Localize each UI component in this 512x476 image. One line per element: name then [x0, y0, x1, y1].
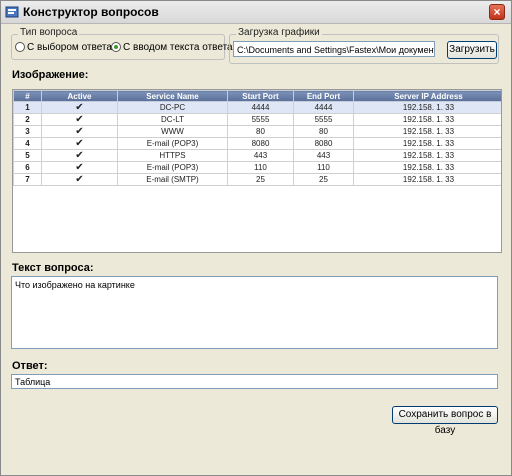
table-header-row: # Active Service Name Start Port End Por… [13, 90, 501, 102]
table-cell: 5 [13, 149, 42, 162]
table-cell: DC-PC [117, 101, 228, 114]
image-label: Изображение: [12, 69, 89, 81]
table-cell: 8080 [293, 137, 354, 150]
close-icon: × [493, 5, 501, 19]
table-row: 3 ✔ WWW 80 80 192.158. 1. 33 [13, 125, 501, 138]
table-cell: 110 [293, 161, 354, 174]
checkmark-icon: ✔ [41, 125, 118, 138]
radio-circle-icon [15, 42, 25, 53]
column-header: Server IP Address [353, 90, 501, 102]
column-header: Start Port [227, 90, 294, 102]
question-type-title: Тип вопроса [18, 27, 80, 38]
title-bar[interactable]: Конструктор вопросов × [1, 1, 511, 24]
table-cell: 192.158. 1. 33 [353, 149, 501, 162]
question-text-label: Текст вопроса: [12, 262, 94, 274]
close-button[interactable]: × [489, 4, 505, 20]
table-cell: 6 [13, 161, 42, 174]
question-text-area[interactable]: Что изображено на картинке [11, 276, 498, 349]
table-cell: 1 [13, 101, 42, 114]
table-cell: 110 [227, 161, 294, 174]
answer-label: Ответ: [12, 360, 48, 372]
answer-field[interactable]: Таблица [11, 374, 498, 389]
table-row: 6 ✔ E-mail (POP3) 110 110 192.158. 1. 33 [13, 161, 501, 174]
table-cell: 8080 [227, 137, 294, 150]
question-builder-window: Конструктор вопросов × Тип вопроса С выб… [0, 0, 512, 476]
table-cell: E-mail (SMTP) [117, 173, 228, 186]
save-question-button[interactable]: Сохранить вопрос в базу [392, 406, 498, 436]
checkmark-icon: ✔ [41, 113, 118, 126]
table-cell: 5555 [227, 113, 294, 126]
table-cell: 192.158. 1. 33 [353, 113, 501, 126]
radio-choice-answer[interactable]: С выбором ответа [15, 42, 112, 53]
table-row: 7 ✔ E-mail (SMTP) 25 25 192.158. 1. 33 [13, 173, 501, 186]
table-cell: 25 [227, 173, 294, 186]
table-cell: E-mail (POP3) [117, 161, 228, 174]
column-header: End Port [293, 90, 354, 102]
table-cell: HTTPS [117, 149, 228, 162]
table-cell: 443 [293, 149, 354, 162]
table-row: 2 ✔ DC-LT 5555 5555 192.158. 1. 33 [13, 113, 501, 126]
radio-label: С выбором ответа [27, 42, 112, 53]
column-header: Service Name [117, 90, 228, 102]
checkmark-icon: ✔ [41, 149, 118, 162]
checkmark-icon: ✔ [41, 137, 118, 150]
app-icon [5, 6, 19, 18]
table-cell: 80 [293, 125, 354, 138]
file-path-field[interactable]: C:\Documents and Settings\Fastex\Мои док… [233, 41, 435, 57]
checkmark-icon: ✔ [41, 173, 118, 186]
table-cell: 80 [227, 125, 294, 138]
radio-label: С вводом текста ответа [123, 42, 233, 53]
table-row: 4 ✔ E-mail (POP3) 8080 8080 192.158. 1. … [13, 137, 501, 150]
table-cell: 7 [13, 173, 42, 186]
table-cell: E-mail (POP3) [117, 137, 228, 150]
table-cell: 192.158. 1. 33 [353, 125, 501, 138]
table-cell: 443 [227, 149, 294, 162]
table-cell: 3 [13, 125, 42, 138]
table-cell: 25 [293, 173, 354, 186]
table-cell: 4444 [293, 101, 354, 114]
table-cell: 2 [13, 113, 42, 126]
window-title: Конструктор вопросов [23, 5, 159, 19]
radio-circle-checked-icon [111, 42, 121, 53]
column-header: Active [41, 90, 118, 102]
checkmark-icon: ✔ [41, 101, 118, 114]
table-cell: WWW [117, 125, 228, 138]
table-cell: 192.158. 1. 33 [353, 137, 501, 150]
graphics-upload-title: Загрузка графики [236, 27, 322, 38]
table-cell: 192.158. 1. 33 [353, 173, 501, 186]
table-cell: DC-LT [117, 113, 228, 126]
table-cell: 4444 [227, 101, 294, 114]
image-table: # Active Service Name Start Port End Por… [12, 89, 502, 253]
upload-button[interactable]: Загрузить [447, 41, 497, 59]
table-cell: 4 [13, 137, 42, 150]
table-cell: 192.158. 1. 33 [353, 101, 501, 114]
table-row: 5 ✔ HTTPS 443 443 192.158. 1. 33 [13, 149, 501, 162]
table-cell: 5555 [293, 113, 354, 126]
radio-text-answer[interactable]: С вводом текста ответа [111, 42, 233, 53]
table-cell: 192.158. 1. 33 [353, 161, 501, 174]
checkmark-icon: ✔ [41, 161, 118, 174]
column-header: # [13, 90, 42, 102]
table-row: 1 ✔ DC-PC 4444 4444 192.158. 1. 33 [13, 101, 501, 114]
